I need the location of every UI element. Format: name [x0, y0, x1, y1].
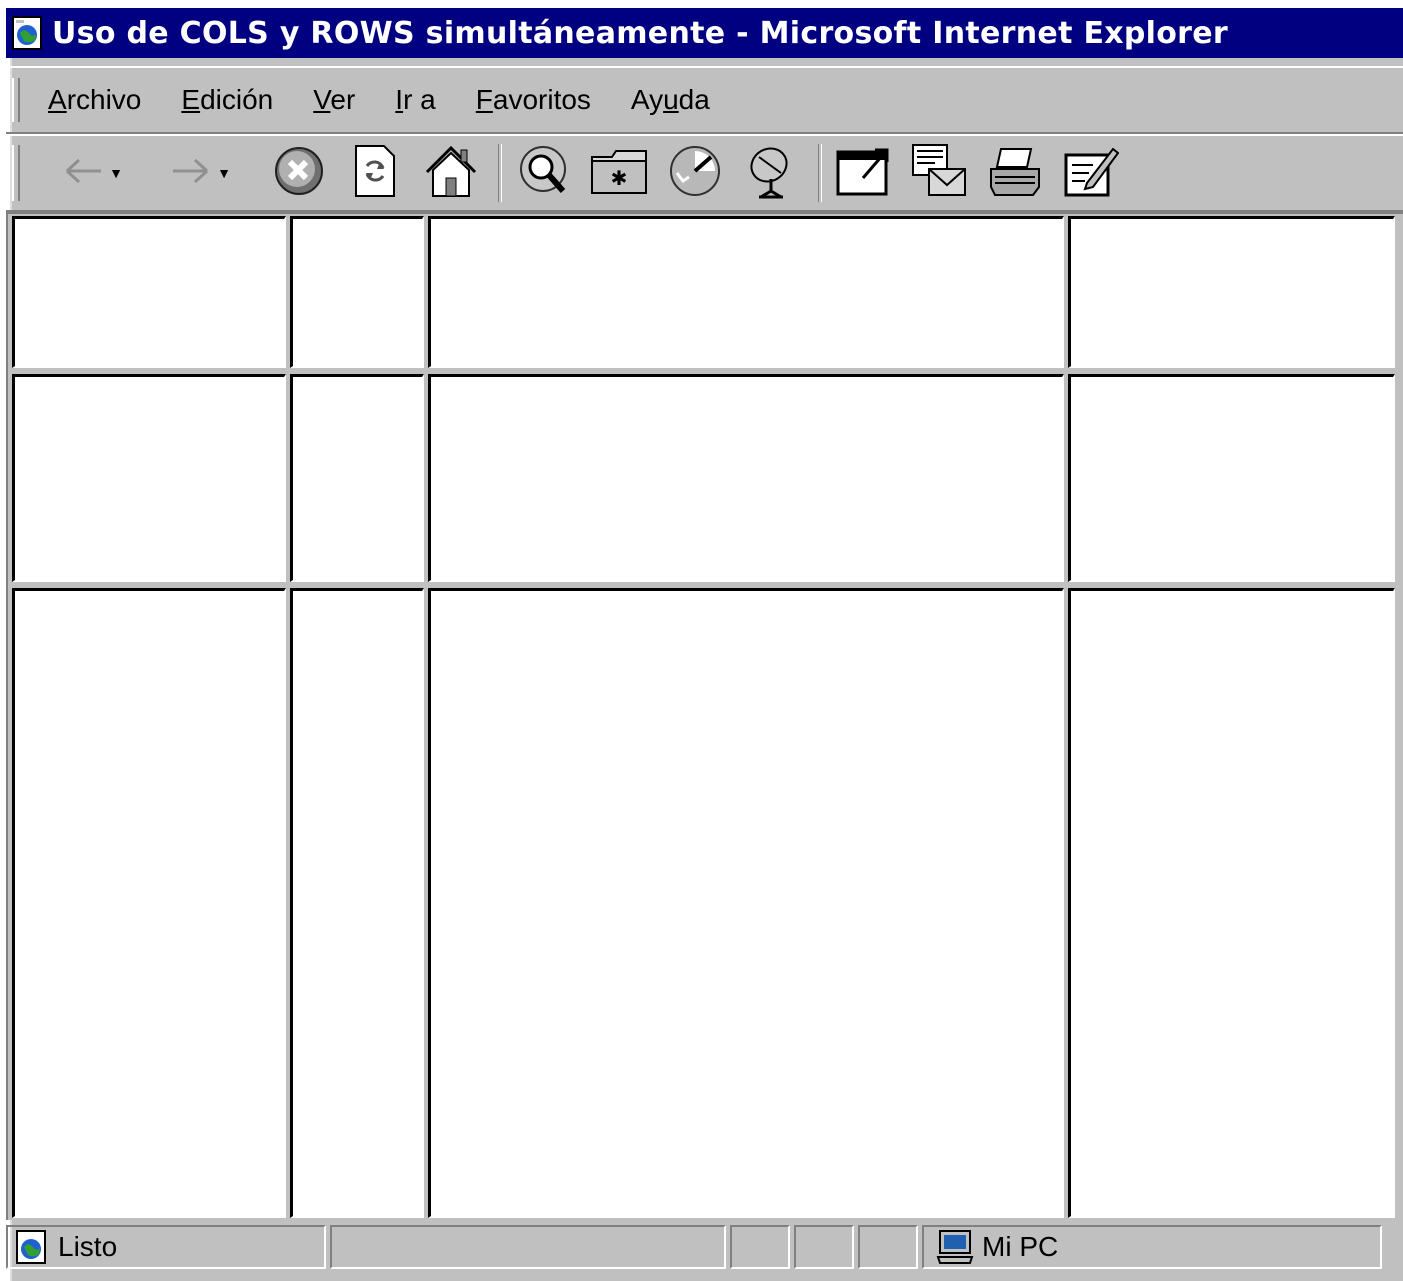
page-status-icon [16, 1230, 46, 1264]
chevron-down-icon[interactable]: ▼ [217, 165, 231, 181]
menu-ayuda[interactable]: Ayuda [631, 84, 710, 116]
mail-button[interactable] [910, 143, 968, 204]
frame-r1-c3[interactable] [428, 216, 1064, 368]
print-button[interactable] [986, 144, 1044, 202]
title-bar: Uso de COLS y ROWS simultáneamente - Mic… [6, 8, 1403, 58]
toolbar: ▼ ▼ ✱ [6, 134, 1403, 212]
forward-icon [169, 156, 213, 191]
favorites-icon: ✱ [590, 147, 648, 200]
menu-edicion[interactable]: Edición [181, 84, 273, 116]
favorites-button[interactable]: ✱ [590, 144, 648, 202]
frame-r1-c4[interactable] [1068, 216, 1395, 368]
ie-page-icon [12, 16, 42, 50]
home-button[interactable] [422, 144, 480, 202]
toolbar-separator [498, 144, 502, 202]
progress-panel [330, 1225, 726, 1269]
frame-r2-c3[interactable] [428, 374, 1064, 582]
search-button[interactable] [514, 144, 572, 202]
history-button[interactable] [666, 144, 724, 202]
frame-r3-c3[interactable] [428, 588, 1064, 1218]
chevron-down-icon[interactable]: ▼ [109, 165, 123, 181]
window-title: Uso de COLS y ROWS simultáneamente - Mic… [52, 15, 1229, 51]
status-bar: Listo Mi PC [6, 1222, 1403, 1272]
fullscreen-button[interactable] [834, 144, 892, 202]
status-panel-empty [858, 1225, 918, 1269]
fullscreen-icon [835, 144, 891, 203]
toolbar-separator [818, 144, 822, 202]
frame-r2-c2[interactable] [290, 374, 424, 582]
edit-icon [1063, 143, 1120, 204]
back-icon [61, 156, 105, 191]
edit-button[interactable] [1062, 144, 1120, 202]
frame-r1-c2[interactable] [290, 216, 424, 368]
status-panel: Listo [6, 1225, 326, 1269]
refresh-icon [352, 144, 398, 203]
menu-bar: Archivo Edición Ver Ir a Favoritos Ayuda [6, 66, 1403, 134]
status-panel-empty [730, 1225, 790, 1269]
frame-r3-c2[interactable] [290, 588, 424, 1218]
back-button[interactable]: ▼ [54, 144, 130, 202]
menu-favoritos[interactable]: Favoritos [476, 84, 591, 116]
zone-panel: Mi PC [922, 1225, 1382, 1269]
stop-icon [273, 145, 325, 202]
frame-r3-c4[interactable] [1068, 588, 1395, 1218]
menu-archivo[interactable]: Archivo [48, 84, 141, 116]
home-icon [423, 144, 479, 203]
toolbar-grip[interactable] [12, 145, 20, 201]
channels-button[interactable] [742, 144, 800, 202]
frame-r1-c1[interactable] [12, 216, 286, 368]
history-icon [667, 143, 723, 204]
frame-r2-c1[interactable] [12, 374, 286, 582]
zone-text: Mi PC [982, 1231, 1059, 1262]
stop-button[interactable] [270, 144, 328, 202]
frame-r2-c4[interactable] [1068, 374, 1395, 582]
refresh-button[interactable] [346, 144, 404, 202]
forward-button[interactable]: ▼ [162, 144, 238, 202]
mail-icon [911, 143, 967, 204]
frame-r3-c1[interactable] [12, 588, 286, 1218]
status-panel-empty [794, 1225, 854, 1269]
status-text: Listo [58, 1231, 118, 1262]
print-icon [987, 145, 1043, 202]
svg-text:✱: ✱ [611, 168, 628, 190]
menu-ver[interactable]: Ver [313, 84, 355, 116]
menu-ir-a[interactable]: Ir a [395, 84, 435, 116]
frameset-content [6, 212, 1403, 1220]
channels-icon [747, 143, 795, 204]
computer-icon [936, 1229, 974, 1265]
menubar-grip[interactable] [12, 78, 20, 122]
search-icon [515, 143, 571, 204]
